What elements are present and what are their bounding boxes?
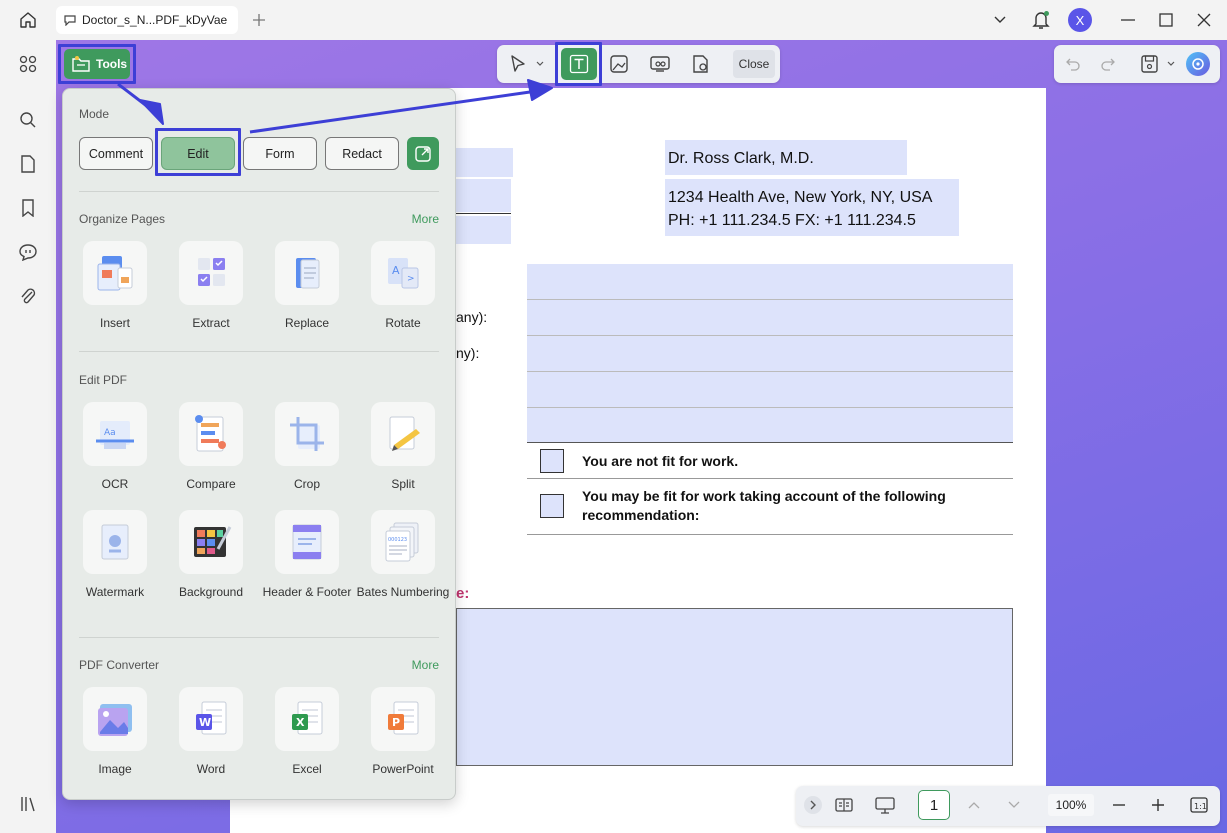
expand-arrow-icon[interactable] <box>804 796 822 814</box>
presentation-icon[interactable] <box>872 794 898 816</box>
zoom-level[interactable]: 100% <box>1048 794 1094 816</box>
annotation-arrows <box>117 79 553 134</box>
zoom-in-icon[interactable] <box>1147 794 1169 816</box>
prev-page-icon[interactable] <box>964 794 984 816</box>
actual-size-icon[interactable]: 1:1 <box>1188 794 1210 816</box>
zoom-out-icon[interactable] <box>1108 794 1130 816</box>
next-page-icon[interactable] <box>1004 794 1024 816</box>
svg-text:1:1: 1:1 <box>1194 802 1207 811</box>
page-number-input[interactable]: 1 <box>918 790 950 820</box>
reading-mode-icon[interactable] <box>832 794 856 816</box>
